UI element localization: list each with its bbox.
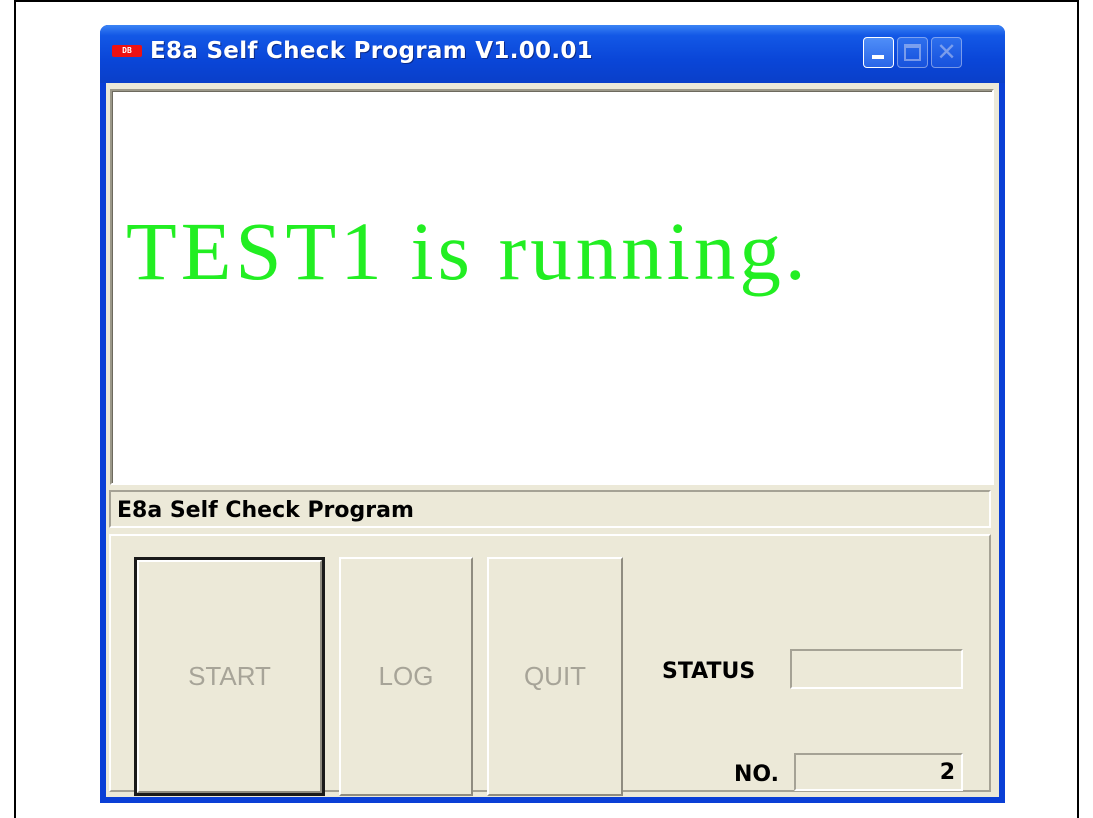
start-button[interactable]: START (134, 557, 325, 796)
minimize-button[interactable] (863, 37, 894, 68)
frame-top-line (14, 0, 1079, 2)
maximize-button[interactable] (897, 37, 928, 68)
app-window: DB E8a Self Check Program V1.00.01 ✕ TES… (100, 25, 1005, 803)
no-label: NO. (734, 762, 779, 787)
status-bar-text: E8a Self Check Program (117, 498, 414, 523)
maximize-icon (904, 44, 921, 61)
frame-left-line (14, 0, 16, 818)
no-field: 2 (794, 753, 963, 791)
quit-button[interactable]: QUIT (487, 557, 623, 796)
message-display: TEST1 is running. (110, 89, 994, 485)
window-title: E8a Self Check Program V1.00.01 (150, 38, 593, 64)
title-bar[interactable]: DB E8a Self Check Program V1.00.01 ✕ (100, 25, 1005, 83)
quit-button-label: QUIT (523, 661, 587, 691)
status-field (790, 649, 963, 689)
close-button[interactable]: ✕ (931, 37, 962, 68)
app-icon[interactable]: DB (112, 45, 142, 57)
close-icon: ✕ (936, 38, 957, 66)
start-button-label: START (188, 661, 271, 691)
log-button-label: LOG (378, 661, 434, 691)
frame-right-line (1077, 0, 1079, 818)
window-client-area: TEST1 is running. E8a Self Check Program… (106, 83, 999, 797)
running-message: TEST1 is running. (126, 205, 810, 297)
minimize-icon (872, 55, 884, 59)
log-button[interactable]: LOG (339, 557, 473, 796)
status-label: STATUS (662, 659, 756, 684)
status-bar: E8a Self Check Program (109, 490, 991, 528)
